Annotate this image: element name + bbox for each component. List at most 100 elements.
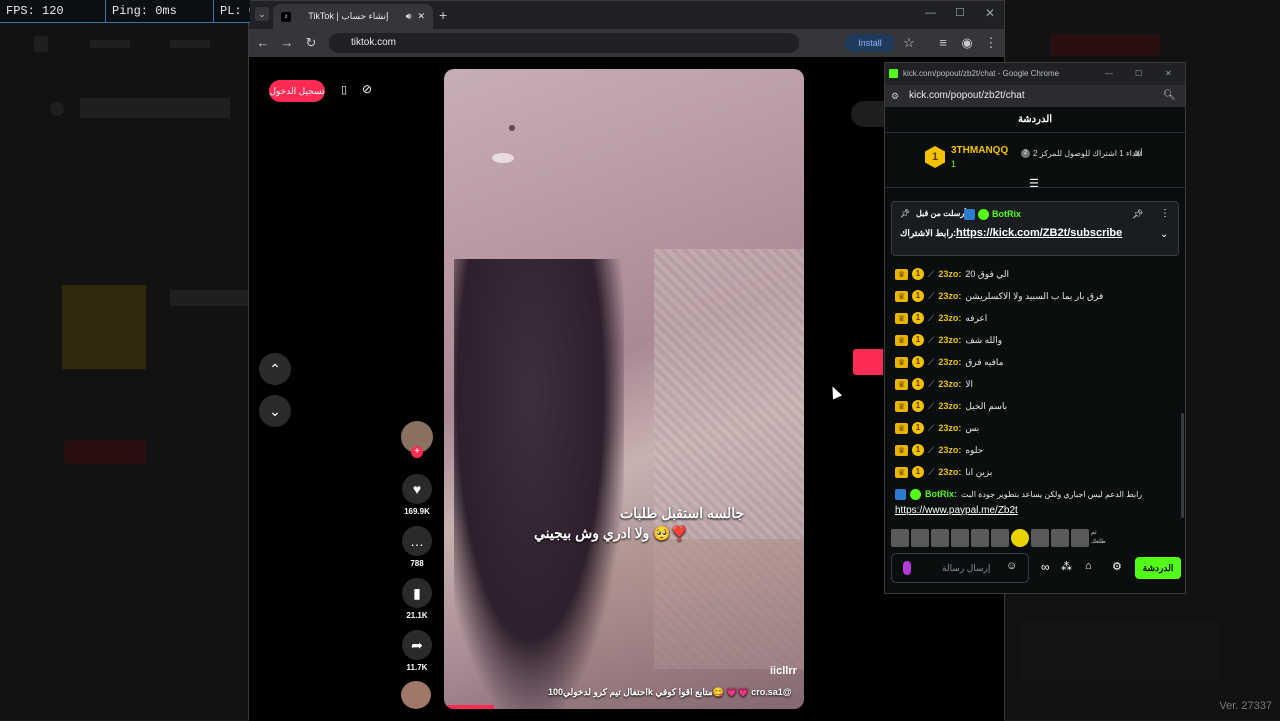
chat-username[interactable]: 23zo: xyxy=(938,291,961,301)
pinned-bot-name[interactable]: BotRix xyxy=(992,209,1021,219)
tab-title: TikTok | إنشاء حساب xyxy=(308,11,389,21)
music-disc-avatar[interactable] xyxy=(401,681,431,709)
back-icon[interactable]: ← xyxy=(255,29,271,57)
zoom-icon[interactable]: 🔍︎ xyxy=(1163,85,1176,107)
chat-username[interactable]: 23zo: xyxy=(938,357,961,367)
chat-send-button[interactable]: الدردشة xyxy=(1135,557,1181,579)
emote[interactable] xyxy=(991,529,1009,547)
menu-icon[interactable]: ⋮ xyxy=(983,29,999,57)
sub-badge-icon: 1 xyxy=(912,334,924,346)
tab-tiktok[interactable]: ♪ TikTok | إنشاء حساب 🔊︎ ✕ xyxy=(273,4,433,29)
compass-icon[interactable]: ⊘ xyxy=(362,82,372,96)
speaker-icon[interactable]: 🔊︎ xyxy=(406,11,412,22)
bookmark-icon[interactable]: ▮ xyxy=(402,578,432,608)
comment-icon[interactable]: … xyxy=(402,526,432,556)
reload-icon[interactable]: ↻ xyxy=(303,29,319,57)
infinity-icon[interactable]: ∞ xyxy=(1041,560,1050,574)
sub-badge-icon: 1 xyxy=(912,290,924,302)
like-action[interactable]: ♥ 169.9K xyxy=(400,474,434,516)
chat-username[interactable]: 23zo: xyxy=(938,401,961,411)
phone-icon[interactable]: ▯ xyxy=(341,83,347,96)
emote[interactable] xyxy=(891,529,909,547)
community-icon[interactable]: ⁂ xyxy=(1061,560,1072,573)
chat-username[interactable]: 23zo: xyxy=(938,423,961,433)
share-icon[interactable]: ➦ xyxy=(402,630,432,660)
login-button[interactable]: تسجيل الدخول xyxy=(269,80,325,102)
sub-badge-icon: 1 xyxy=(912,356,924,368)
emote[interactable] xyxy=(931,529,949,547)
heart-icon[interactable]: ♥ xyxy=(402,474,432,504)
gift-goal-text: أهداء 1 اشتراك للوصول للمركز 2 xyxy=(1033,149,1143,158)
address-bar[interactable]: tiktok.com xyxy=(329,33,799,53)
leader-username[interactable]: 3THMANQQ xyxy=(951,145,1008,156)
kick-address-bar[interactable]: ⚙ kick.com/popout/zb2t/chat 🔍︎ xyxy=(885,85,1185,107)
chat-scrollbar[interactable] xyxy=(1181,413,1184,518)
emote[interactable] xyxy=(911,529,929,547)
pinned-menu-icon[interactable]: ⋮ xyxy=(1160,208,1170,219)
rank-badge: 1 xyxy=(925,146,945,168)
chat-username[interactable]: 23zo: xyxy=(938,313,961,323)
install-button[interactable]: Install xyxy=(845,34,895,52)
sub-badge-icon: 1 xyxy=(912,312,924,324)
chat-username[interactable]: 23zo: xyxy=(938,335,961,345)
follow-plus-icon[interactable]: + xyxy=(411,446,423,458)
get-app-button[interactable] xyxy=(853,349,883,375)
bot-username[interactable]: BotRix: xyxy=(925,489,957,499)
unpin-icon[interactable]: 📌︎ xyxy=(1132,209,1143,220)
emote[interactable] xyxy=(971,529,989,547)
comment-action[interactable]: … 788 xyxy=(400,526,434,568)
emote[interactable] xyxy=(1071,529,1089,547)
bot-message-link[interactable]: https://www.paypal.me/Zb2t xyxy=(895,501,1018,519)
forward-icon[interactable]: → xyxy=(279,29,295,57)
emote[interactable] xyxy=(1051,529,1069,547)
next-video-icon[interactable]: ⌄ xyxy=(259,395,291,427)
chat-message-text: فرق بار يما ب السبيد ولا الاكسلريشن xyxy=(965,290,1104,301)
fps-readout: FPS: 120 xyxy=(0,0,106,22)
share-action[interactable]: ➦ 11.7K xyxy=(400,630,434,672)
tiktok-favicon-icon: ♪ xyxy=(281,11,291,22)
chat-username[interactable]: 23zo: xyxy=(938,379,961,389)
kick-logo-icon xyxy=(889,69,898,78)
video-player[interactable]: جالسه استقبل طلبات ولا ادري وش بيجيني 🥺❣… xyxy=(444,69,804,709)
media-controls-icon[interactable]: ≡ xyxy=(935,29,951,57)
store-icon[interactable]: ⌂ xyxy=(1085,560,1092,572)
tab-search-icon[interactable]: ⌄ xyxy=(255,7,269,21)
profile-icon[interactable]: ◉ xyxy=(959,29,975,57)
close-window-icon[interactable]: ✕ xyxy=(985,6,995,20)
close-tab-icon[interactable]: ✕ xyxy=(417,11,425,22)
new-tab-icon[interactable]: + xyxy=(439,7,447,23)
sub-badge-icon: 1 xyxy=(912,422,924,434)
chat-username[interactable]: 23zo: xyxy=(938,467,961,477)
emote[interactable] xyxy=(1011,529,1029,547)
minimize-icon[interactable]: — xyxy=(1105,63,1113,85)
save-action[interactable]: ▮ 21.1K xyxy=(400,578,434,620)
emote[interactable] xyxy=(1031,529,1049,547)
maximize-icon[interactable]: ☐ xyxy=(1135,63,1142,85)
settings-gear-icon[interactable]: ⚙ xyxy=(1112,560,1122,573)
bot-badge-icon xyxy=(895,488,906,500)
emote[interactable] xyxy=(951,529,969,547)
microphone-icon[interactable] xyxy=(903,561,911,575)
bookmark-star-icon[interactable]: ☆ xyxy=(901,29,917,57)
sword-badge-icon: ⟋ xyxy=(928,312,935,323)
pinned-link[interactable]: https://kick.com/ZB2t/subscribe xyxy=(956,227,1122,239)
chat-message: ♛ 1 ⟋ 23zo: حلوه xyxy=(895,441,983,459)
chat-message: ♛ 1 ⟋ 23zo: الا xyxy=(895,375,973,393)
title-bar: ⌄ ♪ TikTok | إنشاء حساب 🔊︎ ✕ + — ☐ ✕ xyxy=(249,1,1004,29)
previous-video-icon[interactable]: ⌃ xyxy=(259,353,291,385)
site-info-icon[interactable]: ⚙ xyxy=(891,85,899,107)
kick-url-text: kick.com/popout/zb2t/chat xyxy=(909,90,1025,101)
video-progress[interactable] xyxy=(444,705,494,709)
collapse-icon[interactable]: ☰ xyxy=(1029,177,1039,190)
crown-badge-icon: ♛ xyxy=(895,422,908,434)
chat-username[interactable]: 23zo: xyxy=(938,445,961,455)
video-watermark: iicllrr xyxy=(770,665,797,677)
close-window-icon[interactable]: ✕ xyxy=(1165,63,1172,85)
emoji-icon[interactable]: ☺ xyxy=(1006,560,1017,572)
minimize-icon[interactable]: — xyxy=(925,7,936,19)
chat-username[interactable]: 23zo: xyxy=(938,269,961,279)
caption-line-2: ولا ادري وش بيجيني 🥺❣️ xyxy=(534,525,689,541)
expand-icon[interactable]: ⌄ xyxy=(1160,229,1168,240)
packet-loss-readout: PL: 0 xyxy=(220,4,250,18)
maximize-icon[interactable]: ☐ xyxy=(955,6,965,19)
